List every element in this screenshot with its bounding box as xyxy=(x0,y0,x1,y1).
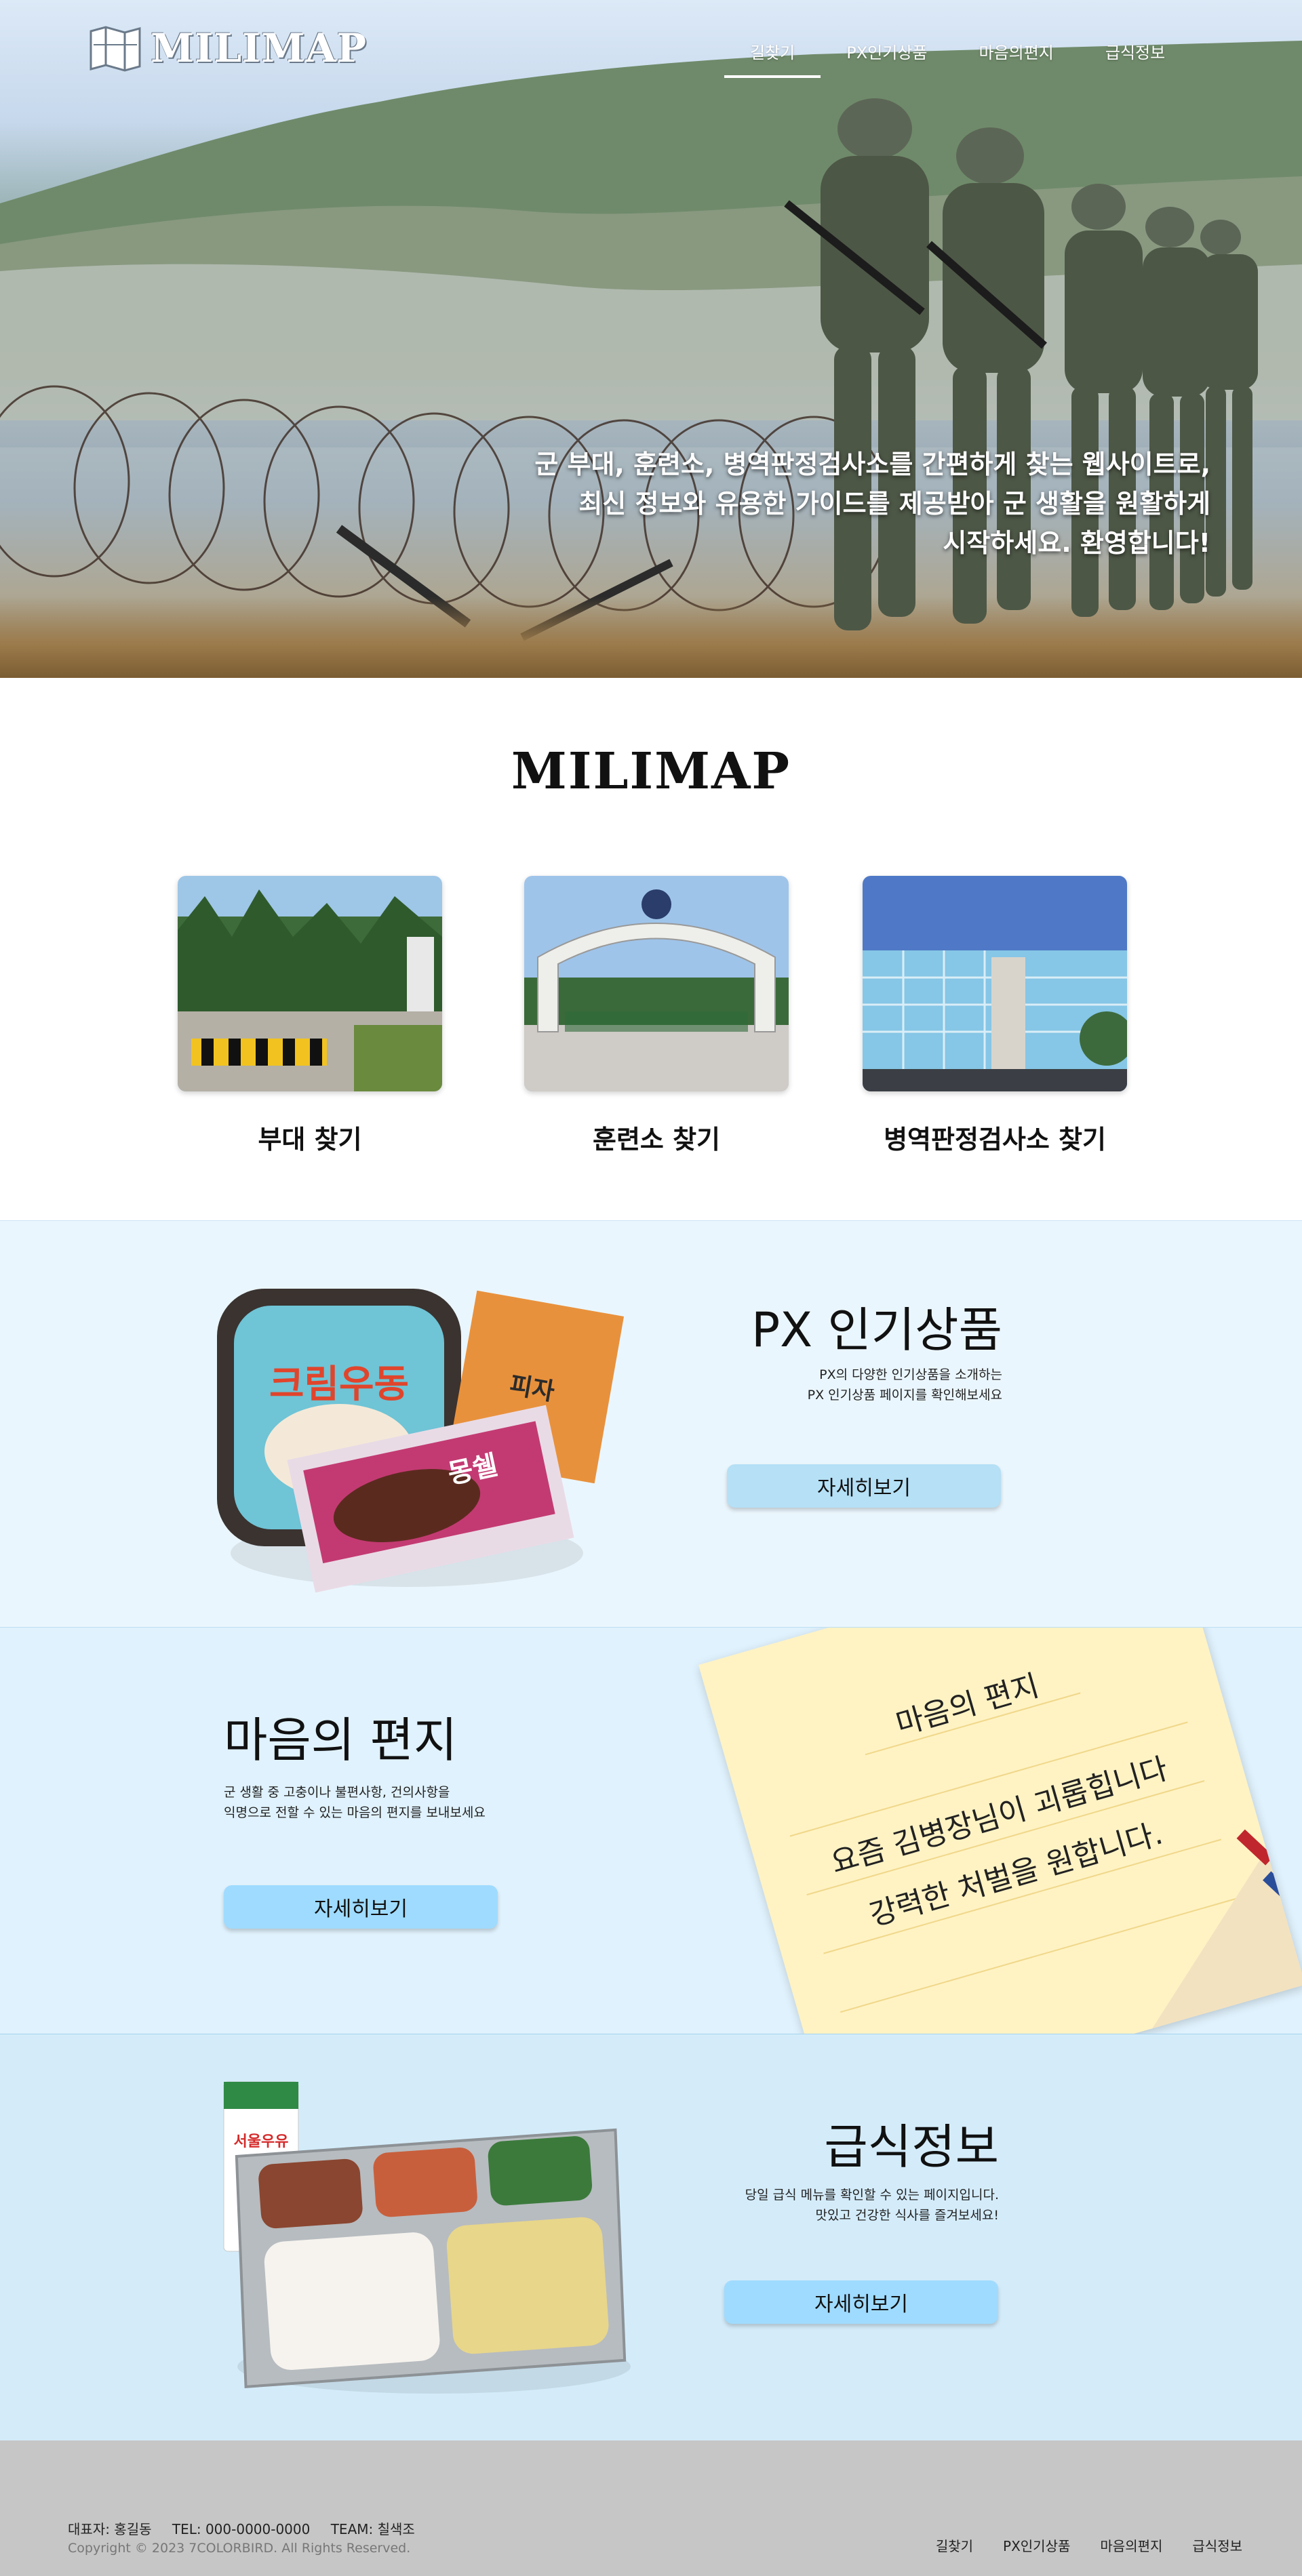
px-more-button[interactable]: 자세히보기 xyxy=(727,1464,1001,1508)
footer-link-letter[interactable]: 마음의편지 xyxy=(1100,2535,1162,2555)
finder-label-exam-center: 병역판정검사소 찾기 xyxy=(884,1125,1106,1154)
letter-description: 군 생활 중 고충이나 불편사항, 건의사항을 익명으로 전할 수 있는 마음의… xyxy=(224,1782,631,1823)
finder-label-unit: 부대 찾기 xyxy=(258,1125,362,1154)
logo-text: MILIMAP xyxy=(151,25,368,71)
footer-link-directions[interactable]: 길찾기 xyxy=(936,2535,973,2555)
training-center-photo[interactable] xyxy=(524,876,789,1091)
footer-company-info: 대표자: 홍길동 TEL: 000-0000-0000 TEAM: 칠색조 xyxy=(68,2518,431,2538)
meal-desc-line-2: 맛있고 건강한 식사를 즐겨보세요! xyxy=(815,2208,999,2223)
hero-line-1: 군 부대, 훈련소, 병역판정검사소를 간편하게 찾는 웹사이트로, xyxy=(534,449,1210,479)
footer-tel: TEL: 000-0000-0000 xyxy=(172,2521,311,2537)
top-nav: 길찾기 PX인기상품 마음의편지 급식정보 xyxy=(724,39,1191,78)
meal-section: 서울우유 급식정보 당일 급식 메뉴를 확인할 수 있는 페이지입니다. 맛있고… xyxy=(0,2034,1302,2440)
site-footer: 대표자: 홍길동 TEL: 000-0000-0000 TEAM: 칠색조 Co… xyxy=(0,2440,1302,2576)
hero-line-2: 최신 정보와 유용한 가이드를 제공받아 군 생활을 원활하게 xyxy=(578,489,1210,519)
footer-copyright: Copyright © 2023 7COLORBIRD. All Rights … xyxy=(68,2541,411,2556)
px-section: 크림우동 피자 몽쉘 PX 인기상품 PX의 다양한 인기상품을 소개하는 PX… xyxy=(0,1220,1302,1627)
meal-tray-illustration: 서울우유 xyxy=(223,2081,631,2394)
meal-title: 급식정보 xyxy=(824,2119,999,2175)
letter-paper-illustration: 마음의 편지 요즘 김병장님이 괴롭힙니다 강력한 처벌을 원합니다. xyxy=(698,1628,1302,2034)
letter-section: 마음의 편지 군 생활 중 고충이나 불편사항, 건의사항을 익명으로 전할 수… xyxy=(0,1627,1302,2034)
letter-more-button[interactable]: 자세히보기 xyxy=(224,1885,498,1929)
finder-card-exam-center[interactable]: 병역판정검사소 찾기 xyxy=(863,876,1127,1156)
finder-card-training-center[interactable]: 훈련소 찾기 xyxy=(524,876,789,1156)
map-logo-icon xyxy=(90,26,141,72)
nav-item-px-products[interactable]: PX인기상품 xyxy=(821,39,953,78)
hero-line-3: 시작하세요. 환영합니다! xyxy=(943,528,1210,558)
finder-section: MILIMAP 부대 찾기 훈련소 찾기 병역판정검사소 찾기 xyxy=(0,678,1302,1220)
hero-banner: MILIMAP 길찾기 PX인기상품 마음의편지 급식정보 군 부대, 훈련소,… xyxy=(0,0,1302,678)
finder-card-unit[interactable]: 부대 찾기 xyxy=(178,876,442,1156)
meal-description: 당일 급식 메뉴를 확인할 수 있는 페이지입니다. 맛있고 건강한 식사를 즐… xyxy=(524,2185,999,2226)
nav-item-directions[interactable]: 길찾기 xyxy=(724,39,821,78)
px-description: PX의 다양한 인기상품을 소개하는 PX 인기상품 페이지를 확인해보세요 xyxy=(595,1365,1002,1405)
footer-link-meal[interactable]: 급식정보 xyxy=(1192,2535,1242,2555)
nav-item-meal[interactable]: 급식정보 xyxy=(1080,39,1191,78)
svg-text:크림우동: 크림우동 xyxy=(269,1363,409,1407)
footer-ceo: 대표자: 홍길동 xyxy=(68,2521,152,2537)
letter-desc-line-1: 군 생활 중 고충이나 불편사항, 건의사항을 xyxy=(224,1785,450,1800)
footer-link-px-products[interactable]: PX인기상품 xyxy=(1003,2535,1070,2555)
px-title: PX 인기상품 xyxy=(751,1302,1002,1358)
finder-title: MILIMAP xyxy=(511,742,791,801)
finder-label-training-center: 훈련소 찾기 xyxy=(592,1125,721,1154)
letter-title: 마음의 편지 xyxy=(224,1712,458,1768)
meal-desc-line-1: 당일 급식 메뉴를 확인할 수 있는 페이지입니다. xyxy=(745,2188,999,2202)
milk-carton-label: 서울우유 xyxy=(234,2133,289,2150)
site-logo[interactable]: MILIMAP xyxy=(88,24,367,72)
footer-nav: 길찾기 PX인기상품 마음의편지 급식정보 xyxy=(906,2535,1242,2555)
px-products-illustration: 크림우동 피자 몽쉘 xyxy=(217,1289,625,1593)
px-desc-line-2: PX 인기상품 페이지를 확인해보세요 xyxy=(807,1388,1002,1403)
footer-team: TEAM: 칠색조 xyxy=(330,2521,415,2537)
meal-more-button[interactable]: 자세히보기 xyxy=(724,2280,998,2324)
px-desc-line-1: PX의 다양한 인기상품을 소개하는 xyxy=(819,1367,1002,1382)
exam-center-photo[interactable] xyxy=(863,876,1127,1091)
unit-photo[interactable] xyxy=(178,876,442,1091)
letter-desc-line-2: 익명으로 전할 수 있는 마음의 편지를 보내보세요 xyxy=(224,1805,486,1820)
nav-item-letter[interactable]: 마음의편지 xyxy=(953,39,1079,78)
marine-soldiers-illustration xyxy=(784,98,1258,630)
hero-welcome-text: 군 부대, 훈련소, 병역판정검사소를 간편하게 찾는 웹사이트로, 최신 정보… xyxy=(465,445,1210,563)
